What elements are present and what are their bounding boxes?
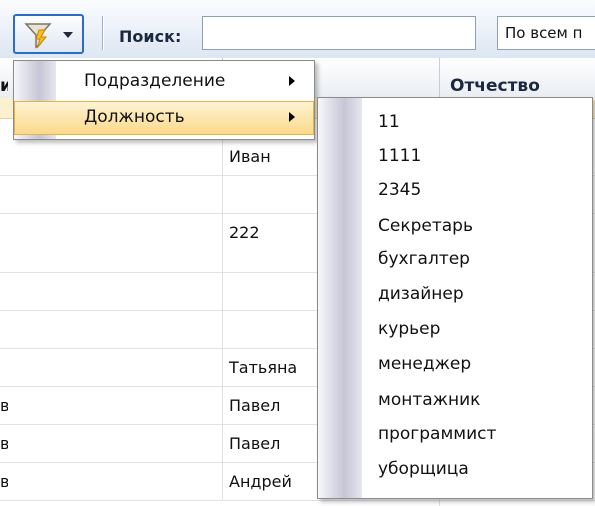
filter-dropdown-button[interactable]	[13, 14, 84, 54]
search-input[interactable]	[202, 16, 476, 50]
submenu-item-position[interactable]: уборщица	[318, 453, 592, 483]
column-header-patronymic[interactable]: Отчество	[450, 76, 540, 96]
submenu-item-position[interactable]: Секретарь	[318, 210, 592, 240]
chevron-right-icon	[289, 76, 295, 86]
submenu-item-position[interactable]: 11	[318, 106, 592, 136]
chevron-down-icon	[63, 32, 73, 38]
column-divider[interactable]	[439, 58, 440, 98]
filter-menu: Подразделение Должность	[13, 60, 315, 140]
menu-item-label: Подразделение	[84, 71, 226, 91]
toolbar-separator	[102, 16, 103, 50]
cell-lastname[interactable]	[0, 349, 223, 386]
position-submenu: 11 1111 2345 Секретарь бухгалтер дизайне…	[317, 97, 593, 499]
search-scope-select[interactable]: По всем п	[497, 16, 595, 50]
submenu-item-position[interactable]: программист	[318, 418, 592, 448]
menu-item-label: Должность	[84, 107, 185, 127]
cell-lastname[interactable]	[0, 176, 223, 213]
cell-lastname[interactable]	[0, 311, 223, 348]
filter-funnel-icon	[24, 23, 52, 49]
cell-lastname[interactable]	[0, 214, 223, 272]
submenu-item-position[interactable]: бухгалтер	[318, 243, 592, 273]
chevron-right-icon	[289, 112, 295, 122]
submenu-item-position[interactable]: менеджер	[318, 348, 592, 378]
submenu-item-position[interactable]: дизайнер	[318, 278, 592, 308]
submenu-item-position[interactable]: монтажник	[318, 384, 592, 414]
cell-lastname[interactable]: в	[0, 425, 223, 462]
cell-lastname[interactable]: в	[0, 387, 223, 424]
submenu-item-position[interactable]: курьер	[318, 313, 592, 343]
cell-lastname[interactable]: в	[0, 463, 223, 500]
submenu-item-position[interactable]: 2345	[318, 174, 592, 204]
toolbar: Поиск: По всем п	[0, 0, 595, 59]
menu-item-position[interactable]: Должность	[14, 101, 314, 135]
cell-lastname[interactable]	[0, 273, 223, 310]
submenu-item-position[interactable]: 1111	[318, 140, 592, 170]
cell-lastname[interactable]	[0, 138, 223, 175]
column-header-lastname[interactable]: и	[0, 76, 8, 96]
search-label: Поиск:	[119, 27, 182, 46]
menu-item-department[interactable]: Подразделение	[14, 65, 314, 99]
